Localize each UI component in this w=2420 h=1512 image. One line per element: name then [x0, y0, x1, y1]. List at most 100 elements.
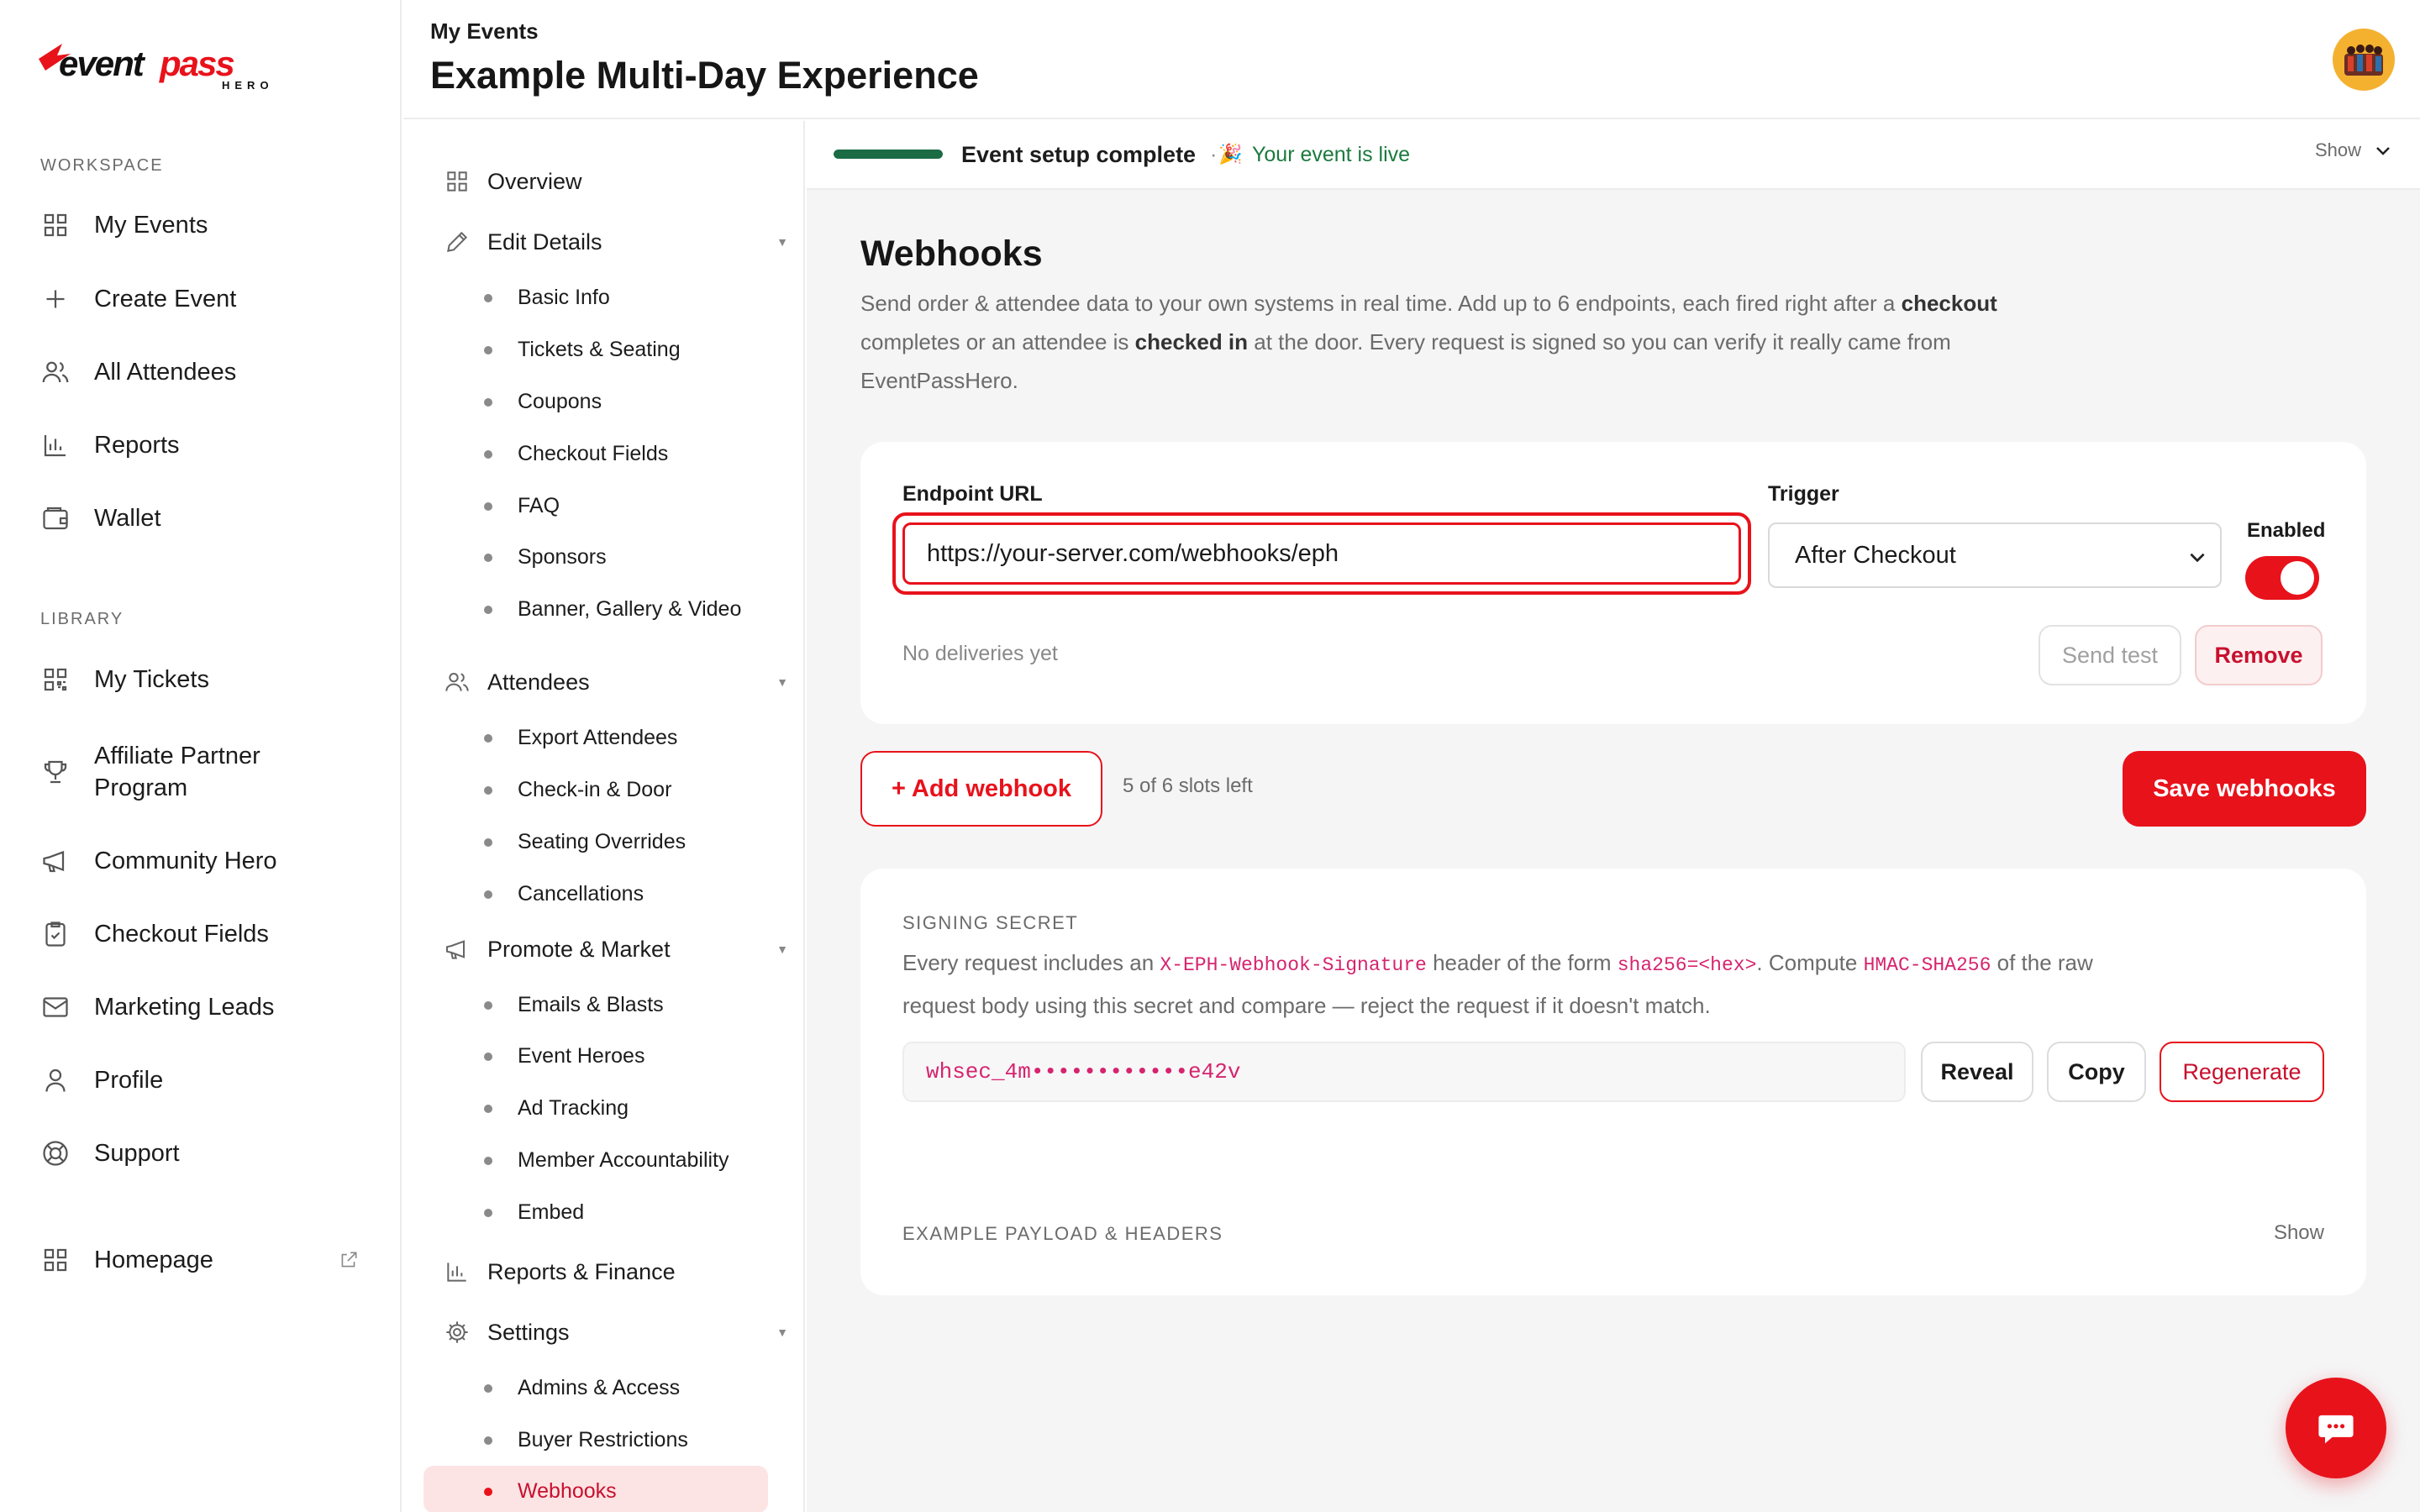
subnav-item[interactable]: Basic Info [484, 286, 610, 310]
subnav-promote[interactable]: Promote & Market ▼ [444, 936, 805, 963]
avatar[interactable] [2333, 29, 2395, 91]
nav-all-attendees[interactable]: All Attendees [40, 357, 236, 387]
plus-icon [40, 284, 71, 314]
subnav-reports-finance[interactable]: Reports & Finance [444, 1258, 805, 1285]
subnav-item[interactable]: Coupons [484, 390, 602, 414]
status-show-toggle[interactable]: Show [2315, 139, 2393, 161]
desc-bold: checkout [1901, 291, 1997, 316]
subnav-item[interactable]: Event Heroes [484, 1044, 644, 1068]
page-header: My Events Example Multi-Day Experience [403, 0, 2420, 119]
nav-affiliate-program[interactable]: Affiliate Partner Program [40, 740, 296, 804]
subnav-item[interactable]: Sponsors [484, 545, 607, 570]
mail-icon [40, 992, 71, 1022]
bar-chart-icon [444, 1258, 471, 1285]
trophy-icon [40, 757, 71, 787]
bullet-icon [484, 733, 492, 743]
event-subnav: Overview Edit Details ▼ Basic Info Ticke… [403, 121, 805, 1512]
subnav-label: Edit Details [487, 228, 602, 255]
save-webhooks-button[interactable]: Save webhooks [2123, 751, 2366, 827]
copy-button[interactable]: Copy [2047, 1042, 2146, 1102]
nav-checkout-fields[interactable]: Checkout Fields [40, 919, 269, 949]
nav-my-tickets[interactable]: My Tickets [40, 664, 209, 695]
subnav-label: Reports & Finance [487, 1258, 676, 1284]
subnav-item-label: Member Accountability [518, 1148, 729, 1172]
logo-icon: event pass HERO [39, 44, 269, 92]
subnav-item[interactable]: Cancellations [484, 882, 644, 906]
nav-support[interactable]: Support [40, 1138, 180, 1168]
chevron-down-icon [2373, 140, 2393, 160]
webhook-card: Endpoint URL Trigger After Checkout Enab… [860, 442, 2366, 724]
subnav-item[interactable]: Admins & Access [484, 1376, 680, 1400]
nav-wallet[interactable]: Wallet [40, 503, 161, 533]
lifebuoy-icon [40, 1138, 71, 1168]
subnav-item[interactable]: Buyer Restrictions [484, 1428, 688, 1452]
nav-label: Profile [94, 1066, 164, 1094]
avatar-image-icon [2344, 45, 2383, 76]
bullet-icon [484, 1156, 492, 1165]
nav-create-event[interactable]: Create Event [40, 284, 236, 314]
nav-community-hero[interactable]: Community Hero [40, 846, 277, 876]
subnav-edit-details[interactable]: Edit Details ▼ [444, 228, 805, 255]
caret-down-icon: ▼ [776, 1326, 788, 1339]
regenerate-button[interactable]: Regenerate [2160, 1042, 2324, 1102]
setup-progress-bar [834, 150, 943, 159]
subnav-item[interactable]: Emails & Blasts [484, 993, 664, 1017]
grid-icon [40, 210, 71, 240]
reveal-button[interactable]: Reveal [1921, 1042, 2033, 1102]
breadcrumb[interactable]: My Events [430, 18, 539, 45]
users-icon [40, 357, 71, 387]
subnav-item[interactable]: Banner, Gallery & Video [484, 597, 741, 622]
trigger-value: After Checkout [1795, 541, 1956, 569]
chat-launcher-button[interactable] [2286, 1378, 2386, 1478]
secret-field[interactable]: whsec_4m••••••••••••e42v [902, 1042, 1906, 1102]
caret-down-icon: ▼ [776, 942, 788, 956]
subnav-attendees[interactable]: Attendees ▼ [444, 669, 805, 696]
nav-profile[interactable]: Profile [40, 1065, 163, 1095]
megaphone-icon [40, 846, 71, 876]
chevron-down-icon [2186, 546, 2208, 568]
caret-down-icon: ▼ [776, 235, 788, 249]
show-label: Show [2314, 139, 2361, 160]
nav-reports[interactable]: Reports [40, 430, 180, 460]
bullet-icon [484, 1104, 492, 1113]
subnav-settings[interactable]: Settings ▼ [444, 1319, 805, 1346]
user-icon [40, 1065, 71, 1095]
payload-show-toggle[interactable]: Show [2274, 1221, 2324, 1245]
subnav-item[interactable]: Checkout Fields [484, 442, 668, 466]
trigger-select[interactable]: After Checkout [1768, 522, 2222, 588]
subnav-item[interactable]: Ad Tracking [484, 1096, 629, 1121]
add-webhook-button[interactable]: + Add webhook [860, 751, 1102, 827]
bullet-icon [484, 890, 492, 899]
example-payload-card[interactable]: EXAMPLE PAYLOAD & HEADERS Show [860, 1176, 2366, 1295]
subnav-item[interactable]: FAQ [484, 494, 560, 518]
setup-status-bar: Event setup complete · 🎉 Your event is l… [807, 121, 2420, 190]
subnav-item-label: Embed [518, 1200, 585, 1224]
endpoint-url-input[interactable] [902, 522, 1741, 585]
subnav-item-label: Basic Info [518, 286, 610, 309]
subnav-item[interactable]: Seating Overrides [484, 830, 686, 854]
subnav-item[interactable]: Member Accountability [484, 1148, 729, 1173]
subnav-item[interactable]: Tickets & Seating [484, 338, 681, 362]
subnav-item[interactable]: Export Attendees [484, 726, 677, 750]
section-title: Webhooks [860, 234, 1043, 274]
brand-logo[interactable]: event pass HERO [37, 37, 272, 96]
users-icon [444, 669, 471, 696]
nav-my-events[interactable]: My Events [40, 210, 208, 240]
remove-button[interactable]: Remove [2195, 625, 2323, 685]
nav-marketing-leads[interactable]: Marketing Leads [40, 992, 274, 1022]
subnav-item-webhooks[interactable]: Webhooks [484, 1479, 617, 1504]
chat-icon [2314, 1406, 2358, 1450]
bullet-icon [484, 605, 492, 614]
subnav-item[interactable]: Embed [484, 1200, 584, 1225]
enabled-toggle[interactable] [2245, 556, 2319, 600]
wallet-icon [40, 503, 71, 533]
nav-label: Reports [94, 431, 180, 459]
subnav-item[interactable]: Check-in & Door [484, 778, 671, 802]
grid-icon [40, 1245, 71, 1275]
subnav-overview[interactable]: Overview [444, 168, 805, 195]
subnav-item-label: Tickets & Seating [518, 338, 681, 361]
subnav-item-label: Emails & Blasts [518, 993, 664, 1016]
nav-label: Marketing Leads [94, 993, 275, 1021]
nav-homepage[interactable]: Homepage [40, 1245, 360, 1275]
send-test-button[interactable]: Send test [2039, 625, 2181, 685]
